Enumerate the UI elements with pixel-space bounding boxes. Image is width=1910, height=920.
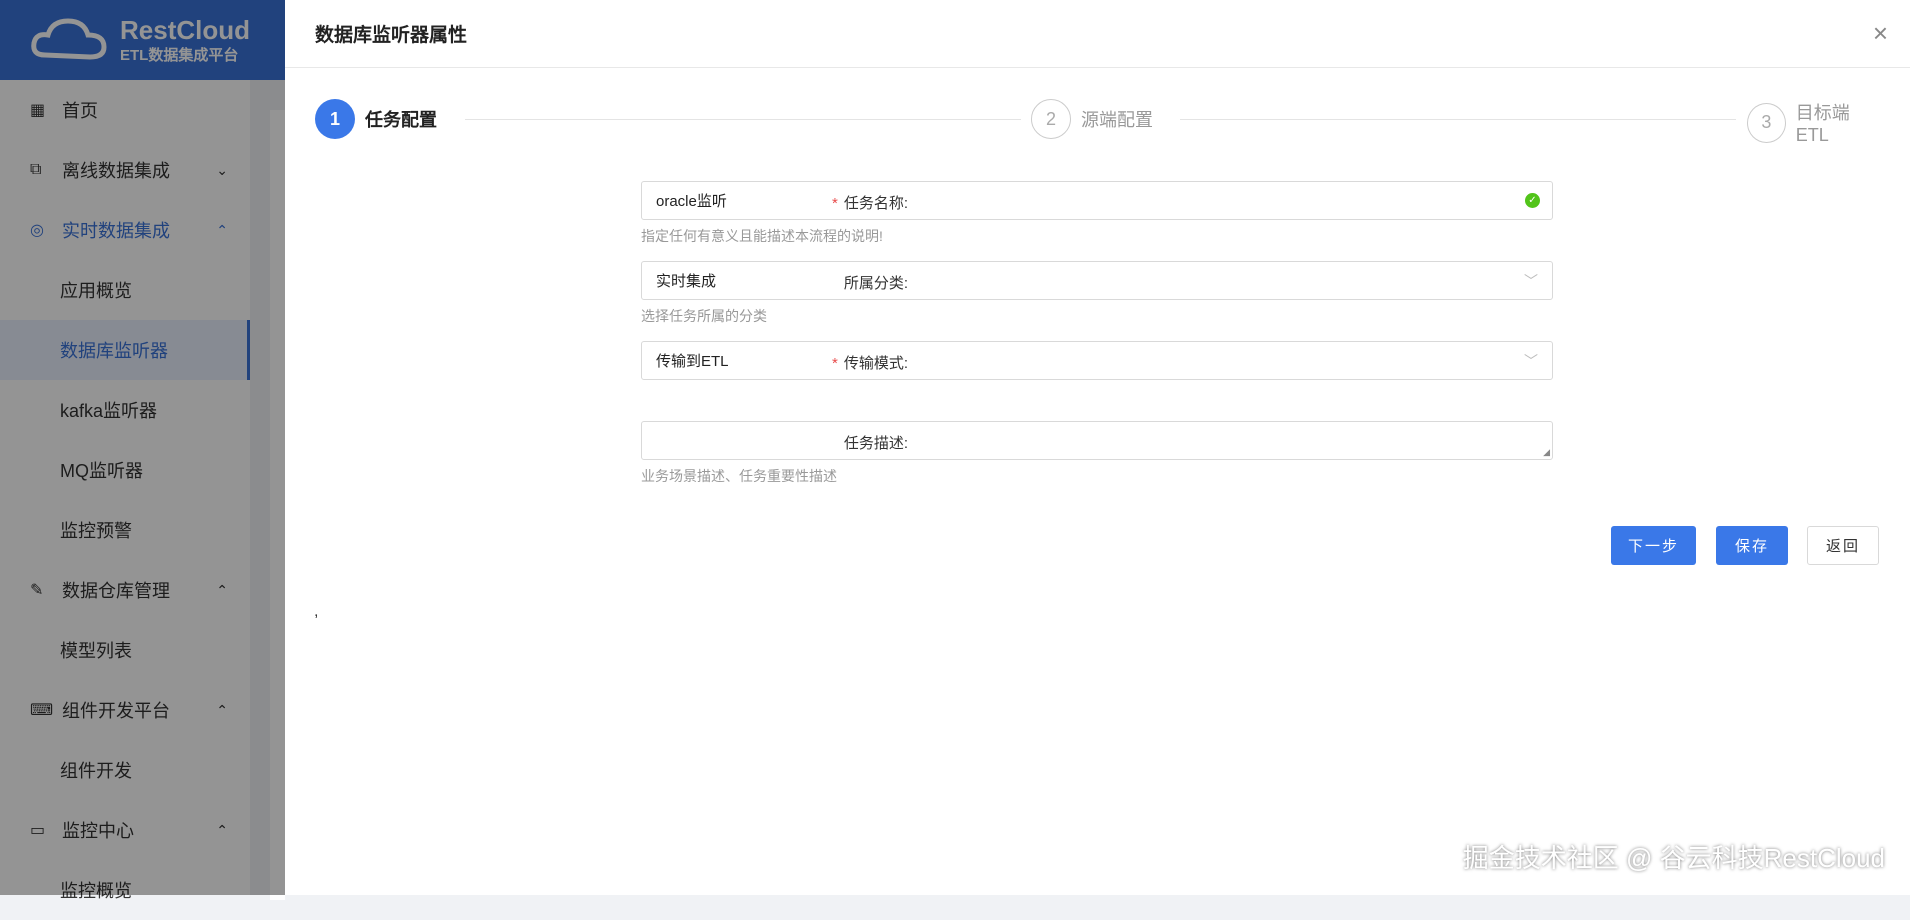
watermark: 掘金技术社区 @ 谷云科技RestCloud <box>1462 843 1885 873</box>
step-label: 任务配置 <box>365 110 437 130</box>
task-name-input[interactable]: oracle监听 ✓ <box>641 181 1553 220</box>
description-textarea[interactable]: ◢ <box>641 421 1553 460</box>
input-value: oracle监听 <box>656 193 727 210</box>
close-icon[interactable]: × <box>1873 20 1888 46</box>
step-2[interactable]: 2 源端配置 <box>1031 99 1153 139</box>
drawer-title: 数据库监听器属性 <box>285 0 1910 68</box>
check-circle-icon: ✓ <box>1525 193 1540 208</box>
steps: 1 任务配置 2 源端配置 3 目标端ETL <box>315 99 1880 146</box>
next-step-button[interactable]: 下一步 <box>1611 526 1696 565</box>
properties-drawer: 数据库监听器属性 × 1 任务配置 2 源端配置 3 目标端ETL * 任务名称: or… <box>285 0 1910 895</box>
chevron-down-icon: ﹀ <box>1524 272 1538 289</box>
step-connector <box>1180 119 1736 120</box>
select-value: 实时集成 <box>656 273 717 290</box>
step-number: 2 <box>1031 99 1071 139</box>
category-select[interactable]: 实时集成 ﹀ <box>641 261 1553 300</box>
description-hint: 业务场景描述、任务重要性描述 <box>641 468 837 484</box>
chevron-down-icon: ﹀ <box>1524 352 1538 369</box>
mode-select[interactable]: 传输到ETL ﹀ <box>641 341 1553 380</box>
modal-mask[interactable] <box>0 0 285 895</box>
select-value: 传输到ETL <box>656 353 729 370</box>
step-label: 目标端ETL <box>1795 103 1850 145</box>
step-number: 3 <box>1747 102 1786 143</box>
save-button[interactable]: 保存 <box>1716 526 1788 565</box>
step-label: 源端配置 <box>1081 110 1153 130</box>
resize-handle-icon[interactable]: ◢ <box>1543 447 1550 458</box>
step-connector <box>465 119 1021 120</box>
back-button[interactable]: 返回 <box>1807 526 1879 565</box>
step-3[interactable]: 3 目标端ETL <box>1747 99 1880 146</box>
category-hint: 选择任务所属的分类 <box>641 308 767 324</box>
step-number: 1 <box>315 99 355 139</box>
step-1[interactable]: 1 任务配置 <box>315 99 437 139</box>
stray-text: , <box>314 603 319 620</box>
task-name-hint: 指定任何有意义且能描述本流程的说明! <box>641 228 883 244</box>
